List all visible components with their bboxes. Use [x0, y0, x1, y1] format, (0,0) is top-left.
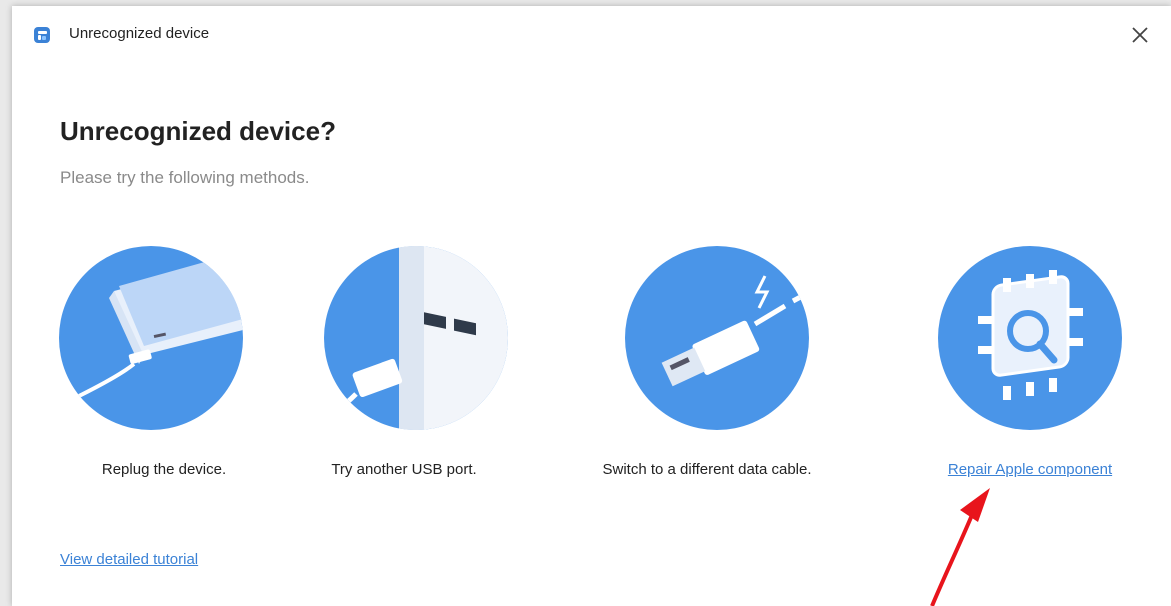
method-label: Replug the device.: [101, 461, 227, 478]
method-usb-port: Try another USB port.: [279, 246, 529, 496]
method-replug: Replug the device.: [39, 246, 289, 496]
phone-replug-illustration: [59, 246, 243, 430]
method-label: Switch to a different data cable.: [602, 461, 812, 478]
method-data-cable: Switch to a different data cable.: [582, 246, 832, 496]
view-tutorial-link[interactable]: View detailed tutorial: [60, 551, 198, 568]
app-logo-icon: [34, 27, 50, 43]
dialog-window: Unrecognized device Unrecognized device?…: [12, 6, 1171, 606]
data-cable-illustration: [625, 246, 809, 430]
usb-port-illustration: [324, 246, 508, 430]
repair-apple-component-link[interactable]: Repair Apple component: [905, 461, 1155, 478]
page-subheading: Please try the following methods.: [60, 168, 310, 187]
method-label: Try another USB port.: [331, 461, 477, 478]
close-icon[interactable]: [1128, 23, 1152, 47]
page-heading: Unrecognized device?: [60, 116, 336, 146]
title-bar: Unrecognized device: [12, 6, 1171, 62]
chip-repair-illustration: [938, 246, 1122, 430]
window-title: Unrecognized device: [69, 25, 210, 42]
method-repair-component: Repair Apple component: [905, 246, 1155, 496]
